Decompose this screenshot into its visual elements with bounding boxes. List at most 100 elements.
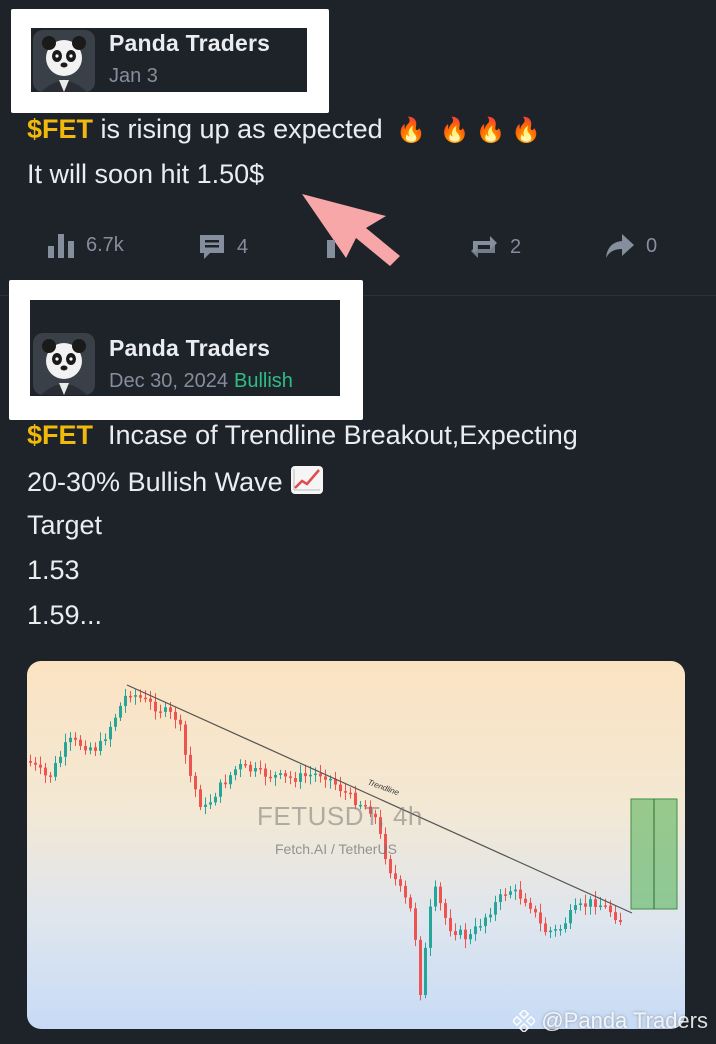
candle-body — [29, 761, 32, 763]
candle-body — [194, 775, 197, 790]
candle-body — [449, 917, 452, 932]
candle-body — [414, 908, 417, 940]
candle-body — [279, 773, 282, 775]
candle-body — [329, 778, 332, 781]
candle-body — [559, 929, 562, 931]
repost-icon — [471, 236, 497, 258]
author-avatar[interactable] — [33, 333, 95, 395]
candle-body — [124, 695, 127, 706]
candle-body — [269, 776, 272, 779]
candle-body — [419, 939, 422, 996]
candle-body — [429, 906, 432, 948]
candle-body — [344, 791, 347, 793]
candle-body — [339, 784, 342, 792]
candle-body — [524, 898, 527, 903]
candle-body — [224, 782, 227, 785]
candle-body — [609, 905, 612, 913]
views-count[interactable]: 6.7k — [46, 232, 124, 258]
candle-body — [119, 705, 122, 718]
repost-button[interactable]: 2 — [468, 232, 521, 262]
candle-body — [249, 764, 252, 772]
candle-body — [444, 903, 447, 918]
candle-body — [84, 745, 87, 751]
binance-logo-icon — [513, 1010, 536, 1032]
post-text-line: 20-30% Bullish Wave — [27, 465, 324, 498]
post-text-line: It will soon hit 1.50$ — [27, 159, 265, 189]
comment-button[interactable]: 4 — [197, 232, 248, 262]
candle-body — [619, 920, 622, 923]
candle-body — [114, 717, 117, 727]
candle-body — [99, 740, 102, 751]
candle-body — [569, 910, 572, 924]
fire-emoji-icon: 🔥 — [475, 117, 506, 144]
candle-body — [244, 764, 247, 766]
image-watermark: @Panda Traders — [513, 1008, 708, 1034]
candle-body — [434, 886, 437, 907]
ticker-tag[interactable]: $FET — [27, 114, 93, 144]
author-avatar[interactable] — [33, 30, 95, 92]
candle-body — [319, 773, 322, 777]
like-button[interactable] — [325, 236, 339, 260]
fire-emoji-icon: 🔥 — [511, 117, 542, 144]
candle-body — [74, 737, 77, 740]
fire-emoji-icon: 🔥 — [396, 117, 427, 144]
candle-body — [59, 756, 62, 764]
candle-body — [539, 912, 542, 924]
candle-body — [264, 768, 267, 777]
candle-body — [394, 873, 397, 880]
candle-body — [259, 768, 262, 770]
ticker-tag[interactable]: $FET — [27, 420, 93, 450]
candle-body — [599, 905, 602, 908]
candle-body — [154, 701, 157, 712]
candle-body — [219, 782, 222, 797]
candle-body — [459, 929, 462, 936]
candle-body — [314, 773, 317, 776]
candle-body — [109, 726, 112, 740]
candle-body — [299, 773, 302, 782]
post-text-line: 1.59... — [27, 600, 103, 630]
trendline — [126, 684, 633, 914]
candle-body — [399, 879, 402, 886]
candle-body — [69, 737, 72, 743]
candle-body — [439, 886, 442, 904]
candle-body — [134, 695, 137, 697]
post-text: 20-30% Bullish Wave — [27, 467, 283, 497]
post-text-line: Target — [27, 510, 103, 540]
share-count: 0 — [646, 234, 658, 257]
comment-icon — [200, 235, 224, 259]
candle-body — [464, 929, 467, 940]
comment-count: 4 — [237, 235, 249, 258]
candle-body — [474, 926, 477, 935]
chart-increasing-emoji-icon — [291, 466, 324, 494]
author-name[interactable]: Panda Traders — [109, 30, 270, 57]
author-name[interactable]: Panda Traders — [109, 335, 270, 362]
chart-image[interactable]: FETUSDT, 4h Fetch.AI / TetherUS Trendlin… — [27, 661, 685, 1029]
views-value: 6.7k — [86, 233, 124, 256]
candle-body — [49, 775, 52, 777]
candle-body — [584, 903, 587, 907]
candle-body — [239, 764, 242, 770]
candle-body — [229, 775, 232, 785]
candle-body — [94, 747, 97, 751]
candle-body — [574, 905, 577, 911]
candle-body — [579, 903, 582, 906]
candle-body — [64, 742, 67, 757]
repost-count: 2 — [510, 235, 522, 258]
candle-body — [274, 774, 277, 778]
chart-pair-watermark: Fetch.AI / TetherUS — [275, 841, 397, 857]
post-date-value: Dec 30, 2024 — [109, 370, 228, 392]
candle-body — [529, 902, 532, 909]
candle-body — [554, 929, 557, 931]
candle-body — [209, 802, 212, 805]
share-icon — [606, 234, 634, 258]
like-icon — [327, 240, 335, 258]
candle-body — [589, 899, 592, 907]
post-date: Jan 3 — [109, 65, 158, 87]
candle-body — [469, 934, 472, 940]
candle-body — [284, 773, 287, 777]
candle-body — [614, 912, 617, 921]
post-text-line: $FET is rising up as expected 🔥 🔥 🔥 🔥 — [27, 114, 541, 145]
candle-body — [409, 897, 412, 909]
share-button[interactable]: 0 — [604, 232, 657, 260]
candle-body — [549, 930, 552, 933]
